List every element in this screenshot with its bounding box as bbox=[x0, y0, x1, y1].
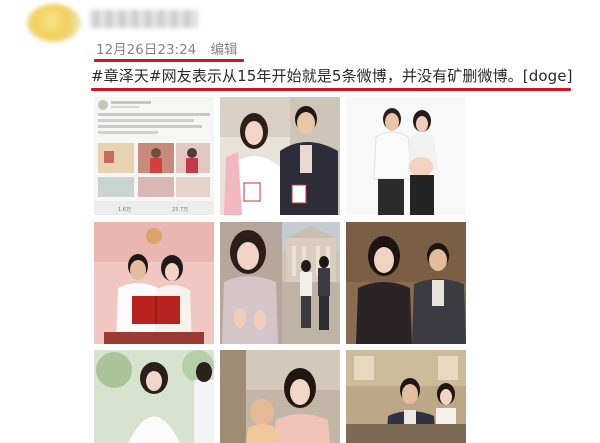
hashtag-link[interactable]: #章泽天# bbox=[91, 67, 162, 85]
image-thumb-7[interactable] bbox=[94, 350, 214, 443]
post-meta: 12月26日23:24 编辑 bbox=[96, 40, 238, 60]
image-thumb-2[interactable] bbox=[220, 97, 340, 215]
image-thumb-3[interactable] bbox=[346, 97, 466, 215]
user-avatar[interactable] bbox=[27, 4, 81, 42]
card-footer-left: 1.6万 bbox=[118, 207, 131, 213]
image-thumb-8[interactable] bbox=[220, 350, 340, 443]
image-thumb-6[interactable] bbox=[346, 222, 466, 344]
edit-link[interactable]: 编辑 bbox=[211, 42, 238, 58]
red-underline-meta bbox=[94, 59, 244, 62]
post-timestamp[interactable]: 12月26日23:24 bbox=[96, 42, 196, 58]
post-body: 网友表示从15年开始就是5条微博，并没有矿删微博。 bbox=[161, 67, 523, 85]
image-thumb-5[interactable] bbox=[220, 222, 340, 344]
image-thumb-1[interactable]: 1.6万 23.7万 bbox=[94, 97, 214, 215]
username-blurred[interactable] bbox=[90, 10, 198, 28]
image-thumb-4[interactable] bbox=[94, 222, 214, 344]
image-thumb-9[interactable] bbox=[346, 350, 466, 443]
card-footer-right: 23.7万 bbox=[172, 207, 188, 213]
doge-emoji: [doge] bbox=[522, 67, 573, 85]
red-underline-text bbox=[91, 88, 571, 91]
post-text: #章泽天#网友表示从15年开始就是5条微博，并没有矿删微博。[doge] bbox=[91, 64, 573, 88]
